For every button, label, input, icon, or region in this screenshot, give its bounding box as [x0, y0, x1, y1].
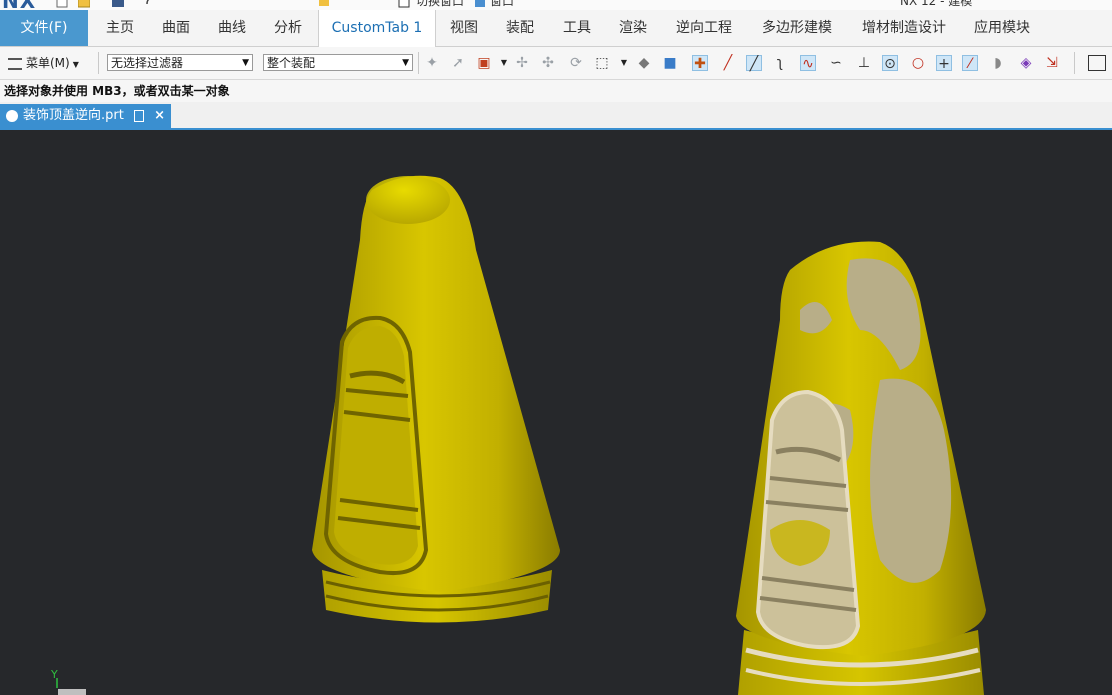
- new-file-icon[interactable]: [56, 0, 68, 8]
- spline-icon[interactable]: ʅ: [772, 55, 788, 71]
- window-menu-label[interactable]: 窗口: [490, 0, 514, 9]
- viewport-canvas[interactable]: Y: [0, 130, 1112, 695]
- toolbar-divider: [1074, 52, 1075, 74]
- toolbar-divider: [418, 52, 419, 74]
- cad-model-body[interactable]: [312, 175, 560, 623]
- window-icon[interactable]: [474, 0, 486, 8]
- menu-label: 菜单(M): [26, 56, 70, 70]
- tab-reverse-engineering[interactable]: 逆向工程: [668, 10, 740, 46]
- selection-filter-dropdown[interactable]: 无选择过滤器 ▼: [107, 54, 253, 71]
- menu-icon: [8, 57, 22, 70]
- tab-polygon-modeling[interactable]: 多边形建模: [752, 10, 842, 46]
- grey-rotate-icon[interactable]: ⟳: [568, 55, 584, 71]
- chevron-down-icon[interactable]: ▼: [616, 55, 632, 71]
- tab-assembly[interactable]: 装配: [496, 10, 544, 46]
- snap-icon[interactable]: ✚: [692, 55, 708, 72]
- tab-customtab1[interactable]: CustomTab 1: [318, 10, 436, 47]
- part-file-icon: [6, 110, 18, 122]
- wave-icon[interactable]: ∿: [800, 55, 816, 72]
- undo-icon[interactable]: [145, 0, 157, 8]
- open-folder-icon[interactable]: [78, 0, 90, 8]
- grey-move2-icon[interactable]: ✣: [540, 55, 556, 71]
- selection-scope-dropdown[interactable]: 整个装配 ▼: [263, 54, 413, 71]
- line-icon[interactable]: ╱: [720, 55, 736, 71]
- menu-button[interactable]: 菜单(M) ▼: [8, 53, 79, 73]
- cross-icon[interactable]: +: [936, 55, 952, 72]
- switch-window-icon[interactable]: [398, 0, 410, 8]
- chevron-down-icon: ▼: [242, 58, 249, 68]
- tab-file[interactable]: 文件(F): [0, 10, 88, 46]
- tab-additive-design[interactable]: 增材制造设计: [852, 10, 956, 46]
- snap-point-icon[interactable]: ✦: [424, 55, 440, 71]
- view-triad: Y: [50, 668, 86, 695]
- scan-mesh-body[interactable]: [736, 241, 986, 695]
- document-tab-label: 装饰顶盖逆向.prt: [23, 108, 124, 123]
- star-icon[interactable]: [318, 0, 330, 8]
- tab-curve[interactable]: 曲线: [208, 10, 256, 46]
- document-modified-icon: [133, 110, 144, 122]
- y-axis-label: Y: [50, 668, 58, 681]
- graphics-viewport[interactable]: Y: [0, 130, 1112, 695]
- tab-analysis[interactable]: 分析: [264, 10, 312, 46]
- window-icon[interactable]: [1088, 55, 1106, 71]
- chevron-down-icon: ▼: [402, 58, 409, 68]
- selection-toolbar: 菜单(M) ▼ 无选择过滤器 ▼ 整个装配 ▼ ✦ ➚ ▣ ▼ ✢ ✣ ⟳ ⬚ ▼…: [0, 47, 1112, 80]
- wave2-icon[interactable]: ∽: [828, 55, 844, 71]
- circle-icon[interactable]: ○: [910, 55, 926, 71]
- selection-filter-value: 无选择过滤器: [111, 56, 184, 70]
- center-icon[interactable]: ⊙: [882, 55, 898, 72]
- tab-tools[interactable]: 工具: [553, 10, 601, 46]
- tab-surface[interactable]: 曲面: [152, 10, 200, 46]
- tab-home[interactable]: 主页: [96, 10, 144, 46]
- selection-icon[interactable]: ▣: [476, 55, 492, 71]
- ribbon-tab-bar: 文件(F) 主页 曲面 曲线 分析 CustomTab 1 视图 装配 工具 渲…: [0, 10, 1112, 47]
- title-bar: NX 切换窗口 窗口 NX 12 - 建模: [0, 0, 1112, 10]
- window-title: NX 12 - 建模: [900, 0, 973, 8]
- document-tab-bar: 装饰顶盖逆向.prt ×: [0, 102, 1112, 130]
- axis-icon[interactable]: ⇲: [1044, 55, 1060, 71]
- save-icon[interactable]: [112, 0, 124, 8]
- tab-view[interactable]: 视图: [440, 10, 488, 46]
- prompt-line: 选择对象并使用 MB3，或者双击某一对象: [0, 80, 1112, 102]
- face-icon[interactable]: ◗: [990, 55, 1006, 71]
- grey-move-icon[interactable]: ✢: [514, 55, 530, 71]
- chevron-down-icon[interactable]: ▼: [496, 55, 512, 71]
- toolbar-divider: [98, 52, 99, 74]
- close-icon[interactable]: ×: [154, 108, 165, 123]
- rect-select-icon[interactable]: ⬚: [594, 55, 610, 71]
- intersect-icon[interactable]: ⊥: [856, 55, 872, 71]
- cube-icon[interactable]: ■: [662, 55, 678, 71]
- model-top-dome: [366, 176, 450, 224]
- curve-icon[interactable]: ╱: [746, 55, 762, 72]
- tab-application[interactable]: 应用模块: [966, 10, 1038, 46]
- document-tab[interactable]: 装饰顶盖逆向.prt ×: [0, 104, 172, 128]
- selection-scope-value: 整个装配: [267, 56, 316, 70]
- part-icon[interactable]: ◈: [1018, 55, 1034, 71]
- switch-window-label[interactable]: 切换窗口: [416, 0, 464, 9]
- tab-render[interactable]: 渲染: [609, 10, 657, 46]
- triad-cube: [58, 689, 86, 695]
- solid-icon[interactable]: ◆: [636, 55, 652, 71]
- tangent-icon[interactable]: ⁄: [962, 55, 978, 72]
- chevron-down-icon: ▼: [72, 60, 79, 69]
- nx-logo: NX: [2, 0, 36, 10]
- grey-arrow-icon[interactable]: ➚: [450, 55, 466, 71]
